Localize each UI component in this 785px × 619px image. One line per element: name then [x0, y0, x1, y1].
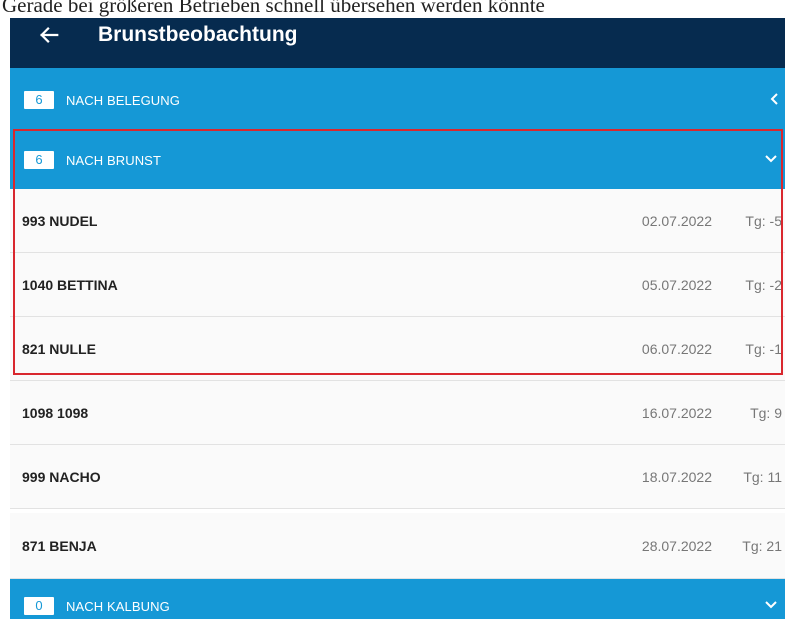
- event-date: 05.07.2022: [641, 277, 712, 293]
- event-date: 02.07.2022: [641, 213, 712, 229]
- count-badge: 6: [24, 91, 54, 109]
- list-item[interactable]: 993 NUDEL 02.07.2022 Tg: -5: [10, 189, 785, 253]
- list-item[interactable]: 999 NACHO 18.07.2022 Tg: 11: [10, 445, 785, 509]
- day-offset: Tg: 11: [743, 469, 782, 485]
- day-offset: Tg: -5: [745, 213, 782, 229]
- section-label: NACH BELEGUNG: [66, 93, 180, 108]
- day-offset: Tg: -1: [745, 341, 782, 357]
- day-offset: Tg: -2: [745, 277, 782, 293]
- event-date: 06.07.2022: [641, 341, 712, 357]
- list-item[interactable]: 871 BENJA 28.07.2022 Tg: 21: [10, 513, 785, 579]
- arrow-left-icon[interactable]: [38, 24, 60, 46]
- section-label: NACH KALBUNG: [66, 599, 170, 614]
- animal-name: 999 NACHO: [22, 469, 101, 485]
- section-header-nach-brunst[interactable]: 6 NACH BRUNST: [10, 130, 785, 189]
- section-header-nach-kalbung[interactable]: 0 NACH KALBUNG: [10, 579, 785, 619]
- animal-name: 1098 1098: [22, 405, 89, 421]
- list-item[interactable]: 821 NULLE 06.07.2022 Tg: -1: [10, 317, 785, 381]
- chevron-down-icon[interactable]: [764, 152, 778, 166]
- event-date: 18.07.2022: [641, 469, 712, 485]
- section-label: NACH BRUNST: [66, 153, 161, 168]
- day-offset: Tg: 21: [742, 538, 782, 554]
- animal-name: 1040 BETTINA: [22, 277, 118, 293]
- day-offset: Tg: 9: [750, 405, 782, 421]
- list-item[interactable]: 1040 BETTINA 05.07.2022 Tg: -2: [10, 253, 785, 317]
- animal-name: 871 BENJA: [22, 538, 97, 554]
- event-date: 28.07.2022: [641, 538, 712, 554]
- section-header-nach-belegung[interactable]: 6 NACH BELEGUNG: [10, 68, 785, 130]
- count-badge: 0: [24, 597, 54, 615]
- list-item[interactable]: 1098 1098 16.07.2022 Tg: 9: [10, 381, 785, 445]
- chevron-down-icon[interactable]: [764, 598, 778, 612]
- document-caption: Gerade bei größeren Betrieben schnell üb…: [0, 0, 785, 18]
- count-badge: 6: [24, 151, 54, 169]
- animal-name: 993 NUDEL: [22, 213, 98, 229]
- event-date: 16.07.2022: [641, 405, 712, 421]
- chevron-left-icon[interactable]: [768, 92, 782, 106]
- page-title: Brunstbeobachtung: [98, 23, 298, 46]
- animal-name: 821 NULLE: [22, 341, 96, 357]
